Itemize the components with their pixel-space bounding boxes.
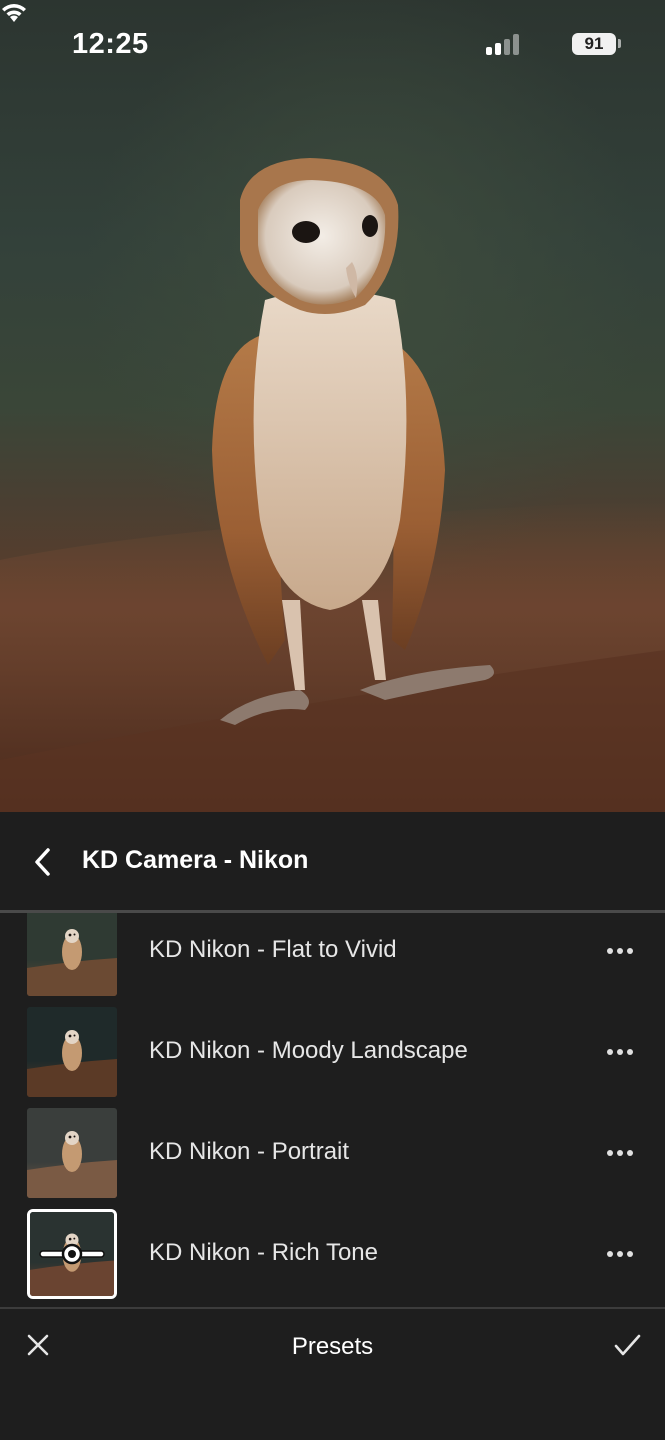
preset-item[interactable]: KD Nikon - Portrait <box>0 1103 665 1203</box>
ellipsis-icon[interactable] <box>602 1239 638 1269</box>
bottom-toolbar: Presets <box>0 1309 665 1440</box>
barn-owl-photo <box>0 158 665 812</box>
preset-group-title: KD Camera - Nikon <box>82 846 309 874</box>
status-bar: 12:25 91 <box>0 0 665 90</box>
preset-item[interactable]: KD Nikon - Flat to Vivid <box>0 913 665 1001</box>
back-button[interactable] <box>24 842 60 882</box>
battery-level: 91 <box>584 34 604 53</box>
preset-item[interactable]: KD Nikon - Moody Landscape <box>0 1002 665 1102</box>
wifi-icon <box>2 4 26 22</box>
presets-panel-title: Presets <box>291 1333 374 1360</box>
preset-thumbnail[interactable] <box>27 913 117 996</box>
preset-label: KD Nikon - Portrait <box>149 1138 350 1165</box>
preset-item[interactable]: KD Nikon - Rich Tone <box>0 1204 665 1304</box>
ellipsis-icon[interactable] <box>602 936 638 966</box>
battery-indicator: 91 <box>572 33 616 55</box>
preset-slider-icon <box>30 1212 114 1296</box>
checkmark-icon[interactable] <box>612 1331 642 1359</box>
preset-thumbnail[interactable] <box>27 1108 117 1198</box>
ellipsis-icon[interactable] <box>602 1037 638 1067</box>
cellular-signal-icon <box>486 33 520 55</box>
preset-thumbnail[interactable] <box>27 1209 117 1299</box>
preset-list[interactable]: KD Nikon - Flat to Vivid KD Nikon - Moody… <box>0 913 665 1307</box>
lightroom-presets-screen: 12:25 91 KD Camera - Nikon KD Nikon - Fl… <box>0 0 665 1440</box>
preset-thumbnail[interactable] <box>27 1007 117 1097</box>
preset-label: KD Nikon - Flat to Vivid <box>149 936 397 963</box>
battery-tip <box>618 39 621 48</box>
status-time: 12:25 <box>72 28 149 60</box>
chevron-left-icon <box>35 848 50 876</box>
ellipsis-icon[interactable] <box>602 1138 638 1168</box>
preset-group-header: KD Camera - Nikon <box>0 812 665 910</box>
preset-label: KD Nikon - Rich Tone <box>149 1239 378 1266</box>
photo-preview: 12:25 91 <box>0 0 665 812</box>
preset-label: KD Nikon - Moody Landscape <box>149 1037 468 1064</box>
